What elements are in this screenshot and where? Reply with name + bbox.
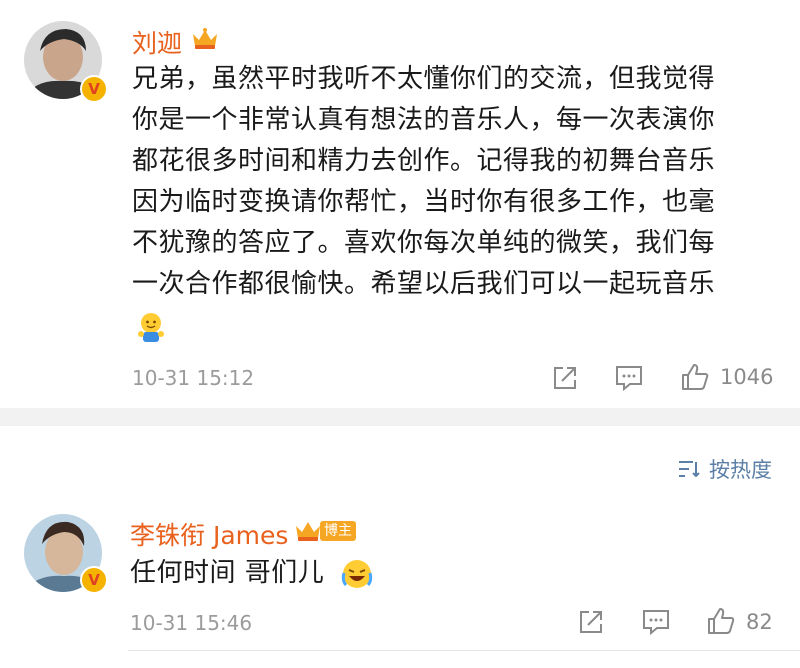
share-icon[interactable] <box>551 364 579 392</box>
comment-time: 10-31 15:12 <box>132 366 255 390</box>
username[interactable]: 李铢衔 James <box>130 516 288 552</box>
comment-line: 一次合作都很愉快。希望以后我们可以一起玩音乐 <box>132 269 716 299</box>
comment-time: 10-31 15:46 <box>130 611 253 635</box>
username[interactable]: 刘迦 <box>132 24 182 60</box>
like-count: 1046 <box>720 365 774 389</box>
comment-line: 兄弟，虽然平时我听不太懂你们的交流，但我觉得 <box>132 64 716 94</box>
crown-icon <box>193 28 217 49</box>
verified-badge: V <box>80 75 108 103</box>
laughing-cry-emoji <box>341 560 373 588</box>
comment-body: 任何时间 哥们儿 <box>130 558 325 588</box>
comment-body: 兄弟，虽然平时我听不太懂你们的交流，但我觉得 你是一个非常认真有想法的音乐人，每… <box>132 59 772 305</box>
like-icon[interactable] <box>706 606 736 636</box>
comment-item: V 李铢衔 James 博主 任何时间 哥们儿 10-31 15:46 82 <box>0 500 800 660</box>
comment-line: 你是一个非常认真有想法的音乐人，每一次表演你 <box>132 105 716 135</box>
comment-line: 因为临时变换请你帮忙，当时你有很多工作，也毫 <box>132 187 716 217</box>
sort-label: 按热度 <box>709 458 772 482</box>
section-divider <box>0 408 800 426</box>
like-count: 82 <box>746 610 773 634</box>
blogger-tag: 博主 <box>320 521 356 541</box>
comment-line: 都花很多时间和精力去创作。记得我的初舞台音乐 <box>132 146 716 176</box>
comment-icon[interactable] <box>641 608 671 636</box>
comment-item: V 刘迦 兄弟，虽然平时我听不太懂你们的交流，但我觉得 你是一个非常认真有想法的… <box>0 0 800 408</box>
comment-line: 不犹豫的答应了。喜欢你每次单纯的微笑，我们每 <box>132 228 716 258</box>
like-icon[interactable] <box>680 362 710 392</box>
comment-icon[interactable] <box>614 364 644 392</box>
sort-icon <box>679 461 700 478</box>
verified-badge: V <box>80 566 108 594</box>
share-icon[interactable] <box>577 608 605 636</box>
sort-button[interactable]: 按热度 <box>677 454 772 484</box>
crown-icon <box>296 522 320 541</box>
verified-mark: V <box>88 80 100 98</box>
divider-line <box>128 650 800 651</box>
verified-mark: V <box>88 571 100 589</box>
hug-emoji <box>138 313 164 342</box>
